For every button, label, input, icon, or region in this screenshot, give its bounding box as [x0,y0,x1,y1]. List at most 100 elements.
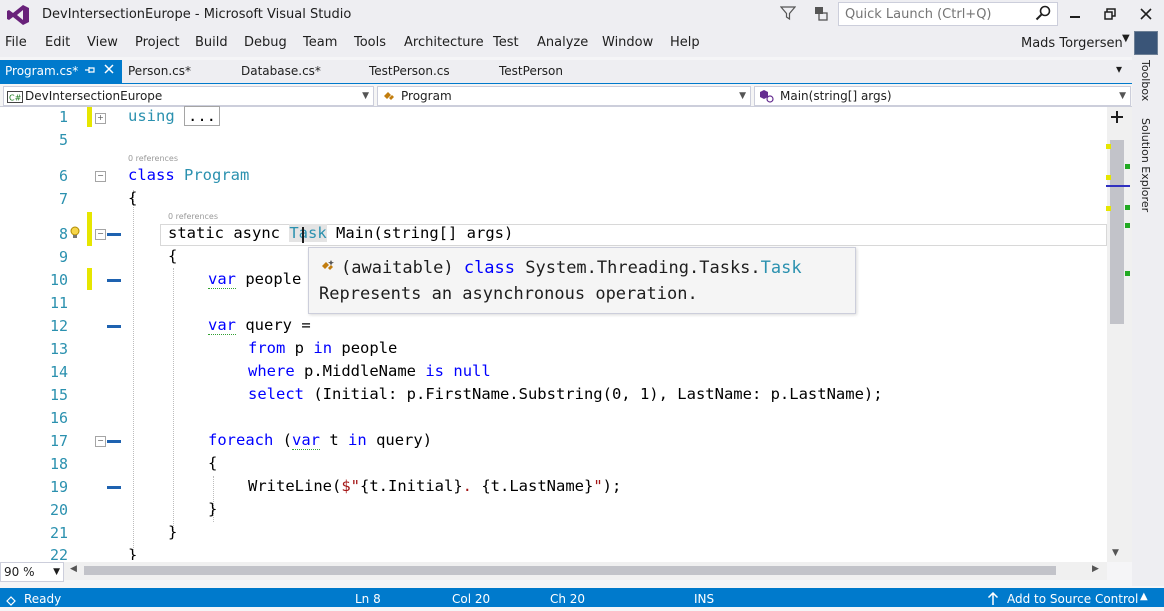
code-line-6: class Program [128,166,249,184]
code-text: ); [602,477,622,495]
change-indicator [87,212,92,246]
code-text: p.MiddleName [304,362,416,380]
tab-overflow-dropdown-icon[interactable]: ▾ [1116,62,1122,76]
upload-arrow-icon[interactable] [987,591,999,610]
scroll-down-icon[interactable]: ▼ [1112,548,1119,558]
project-dropdown[interactable]: C# DevIntersectionEurope ▼ [3,86,374,106]
tab-database-cs[interactable]: Database.cs* [241,60,321,83]
menu-analyze[interactable]: Analyze [537,35,588,50]
horizontal-scrollbar-thumb[interactable] [84,566,1056,575]
code-line-8: static async Task Main(string[] args) [168,224,513,242]
menu-debug[interactable]: Debug [244,35,287,50]
tooltip-type: Task [760,258,802,278]
collapsed-region[interactable]: ... [184,106,221,126]
member-dropdown[interactable]: Main(string[] args) ▼ [754,86,1131,106]
tab-program-cs[interactable]: Program.cs* [0,60,122,83]
user-name[interactable]: Mads Torgersen [1021,36,1123,51]
menu-view[interactable]: View [87,35,118,50]
code-keyword: select [248,385,304,403]
codelens-references[interactable]: 0 references [168,212,218,221]
window-title: DevIntersectionEurope - Microsoft Visual… [42,7,352,22]
collapse-outline-icon[interactable]: − [95,229,106,240]
menu-tools[interactable]: Tools [354,35,386,50]
line-number: 22 [49,546,68,560]
restore-button[interactable] [1098,4,1122,24]
code-line-18: { [208,454,218,472]
add-to-source-control-button[interactable]: Add to Source Control [1007,592,1138,606]
expand-outline-icon[interactable]: + [95,113,106,124]
codelens-references[interactable]: 0 references [128,154,178,163]
code-text: Main( [336,224,383,242]
toolbox-tab[interactable]: Toolbox [1139,60,1152,101]
avatar[interactable] [1134,31,1158,55]
menu-edit[interactable]: Edit [45,35,70,50]
task-type[interactable]: Task [289,224,327,242]
code-line-22: } [128,546,138,560]
menu-test[interactable]: Test [493,35,519,50]
line-number: 20 [49,501,68,519]
line-number: 5 [58,131,68,149]
code-keyword: in [348,431,367,449]
awaitable-class-icon [319,258,337,278]
code-line-7: { [128,189,138,207]
code-text: ( [282,431,293,449]
code-line-21: } [168,523,178,541]
menu-team[interactable]: Team [303,35,337,50]
status-char: Ch 20 [550,592,586,606]
using-keyword: using [128,107,175,125]
close-button[interactable] [1134,4,1158,24]
menu-build[interactable]: Build [195,35,228,50]
visual-studio-logo-icon [6,4,30,26]
quick-launch[interactable] [838,2,1058,26]
split-editor-icon[interactable] [1111,108,1123,127]
line-number: 21 [49,524,68,542]
account-dropdown-icon[interactable]: ▼ [1122,33,1130,44]
code-text: [] args) [438,224,514,242]
type-dropdown[interactable]: Program ▼ [377,86,751,106]
pin-icon[interactable] [84,64,96,79]
status-insert-mode: INS [694,592,715,606]
zoom-dropdown[interactable]: 90 % ▼ [0,562,64,582]
feedback-icon[interactable] [812,5,830,27]
tab-testperson-cs[interactable]: TestPerson.cs [369,60,450,83]
lightbulb-icon[interactable] [70,225,80,244]
chevron-up-icon[interactable]: ▲ [1140,591,1148,602]
code-line-10: var people [208,270,301,289]
scroll-left-icon[interactable]: ◀ [70,564,77,574]
minimize-button[interactable] [1063,4,1087,24]
search-icon[interactable] [1035,5,1051,25]
notification-filter-icon[interactable] [779,5,797,25]
menu-file[interactable]: File [5,35,27,50]
type-name: Program [401,89,452,103]
menu-window[interactable]: Window [602,35,653,50]
collapse-outline-icon[interactable]: − [95,436,106,447]
status-line: Ln 8 [355,592,381,606]
code-text: WriteLine( [248,477,342,495]
close-tab-icon[interactable] [104,63,114,77]
code-line-15: select (Initial: p.FirstName.Substring(0… [248,385,883,403]
code-text: query = [245,316,311,334]
line-number: 19 [49,478,68,496]
code-line-19: WriteLine($"{t.Initial}. {t.LastName}"); [248,477,621,495]
scrollbar-thumb[interactable] [1110,140,1124,324]
scroll-change-mark [1125,164,1130,169]
tab-person-cs[interactable]: Person.cs* [128,60,191,83]
menu-project[interactable]: Project [135,35,179,50]
code-text: p [294,339,305,357]
solution-explorer-tab[interactable]: Solution Explorer [1139,118,1152,212]
code-text: (Initial: p.FirstName.Substring(0, 1), L… [313,385,883,403]
collapse-outline-icon[interactable]: − [95,171,106,182]
code-keyword: where [248,362,295,380]
tab-testperson[interactable]: TestPerson [499,60,563,83]
change-indicator [87,107,92,127]
menu-architecture[interactable]: Architecture [404,35,484,50]
status-ready-icon [5,592,17,611]
quick-launch-input[interactable] [839,4,1041,25]
scroll-change-mark [1106,175,1111,180]
scroll-right-icon[interactable]: ▶ [1092,564,1099,574]
menu-help[interactable]: Help [670,35,700,50]
chevron-down-icon: ▼ [1119,91,1126,101]
code-text: static async [168,224,280,242]
project-name: DevIntersectionEurope [25,89,163,103]
chevron-down-icon: ▼ [739,91,746,101]
